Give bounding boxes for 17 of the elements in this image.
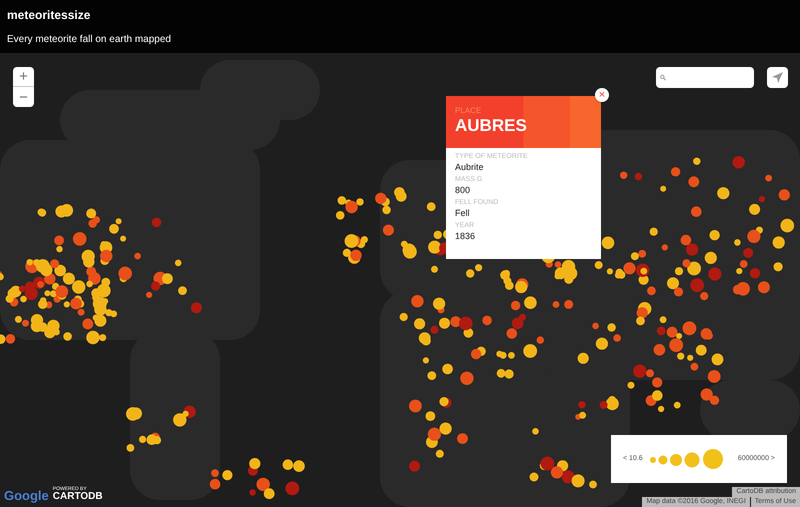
map-subtitle: Every meteorite fall on earth mapped bbox=[7, 33, 171, 47]
search-icon bbox=[660, 73, 666, 82]
size-scale-icon bbox=[648, 448, 725, 470]
field-value: Fell bbox=[455, 208, 470, 219]
field-value: 1836 bbox=[455, 230, 476, 242]
cartodb-logo: CARTODB bbox=[52, 492, 103, 502]
search-field[interactable] bbox=[656, 67, 754, 88]
field-value: Aubrite bbox=[455, 162, 484, 173]
zoom-in-button[interactable]: + bbox=[13, 67, 34, 87]
paper-plane-icon bbox=[772, 72, 783, 83]
place-name: AUBRES bbox=[455, 115, 527, 136]
map-title: meteoritessize bbox=[7, 7, 90, 24]
field-value: 800 bbox=[455, 184, 470, 196]
place-label: PLACE bbox=[455, 107, 482, 115]
zoom-out-button[interactable]: − bbox=[13, 87, 34, 107]
share-button[interactable] bbox=[767, 67, 788, 88]
google-logo: Google bbox=[4, 489, 49, 502]
